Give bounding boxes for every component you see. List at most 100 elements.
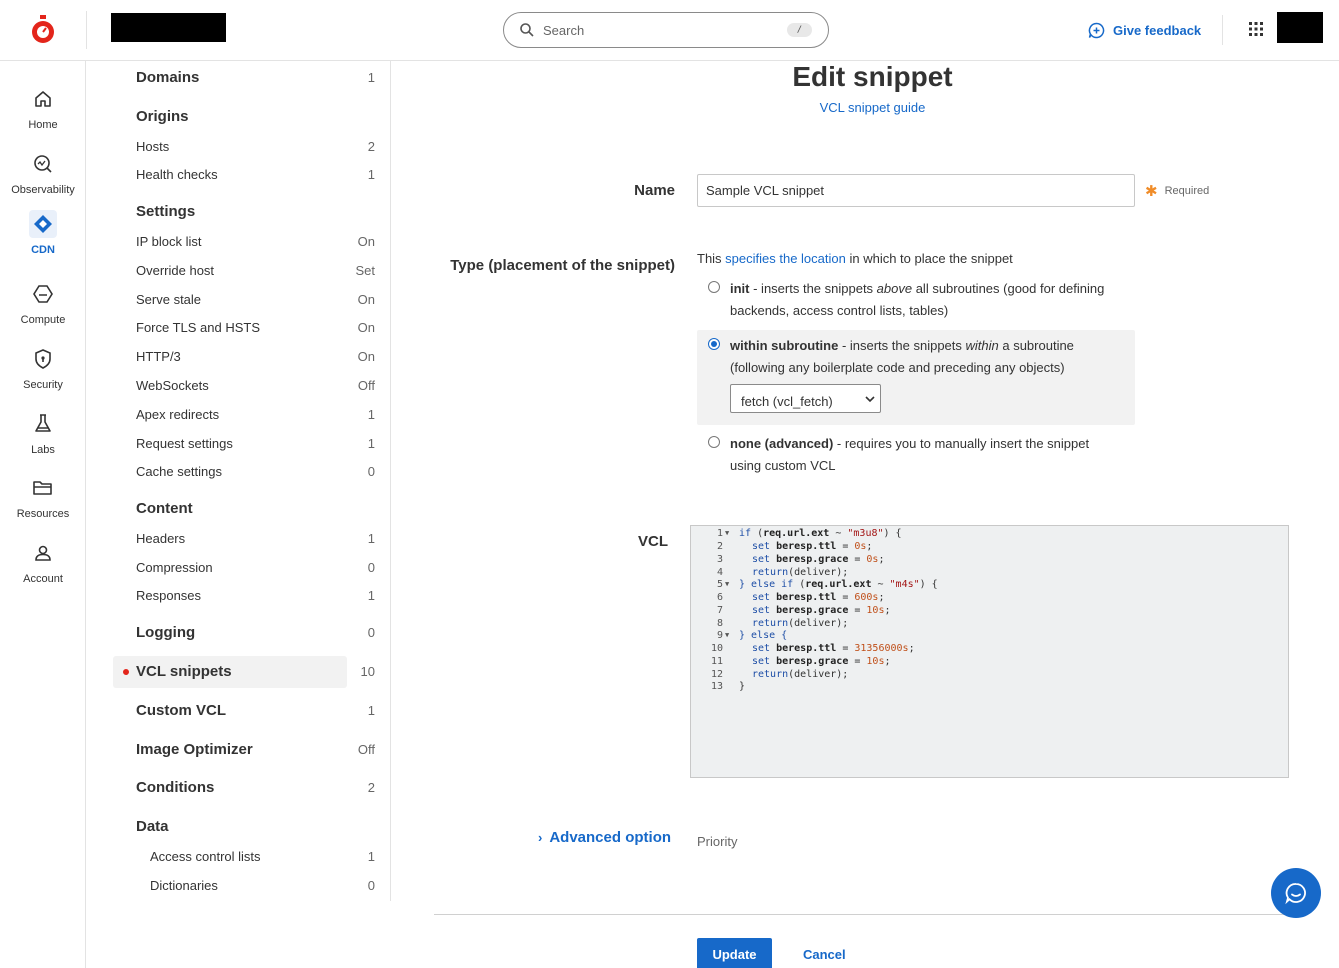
- code-text: set beresp.grace = 0s;: [752, 554, 885, 565]
- feedback-label: Give feedback: [1113, 22, 1202, 38]
- nav-override-host[interactable]: Override host Set: [136, 263, 375, 278]
- rail-item-security[interactable]: Security: [0, 345, 86, 405]
- within-subroutine-radio[interactable]: [708, 338, 720, 350]
- nav-count: 0: [367, 560, 375, 575]
- nav-label: WebSockets: [136, 378, 209, 393]
- type-intro-post: in which to place the snippet: [845, 251, 1013, 266]
- none-description: none (advanced) - requires you to manual…: [730, 433, 1120, 477]
- nav-ip-block-list[interactable]: IP block list On: [136, 234, 375, 249]
- nav-serve-stale[interactable]: Serve stale On: [136, 292, 375, 307]
- nav-domains[interactable]: Domains 1: [136, 69, 375, 86]
- nav-responses[interactable]: Responses 1: [136, 588, 375, 603]
- nav-vcl-snippets[interactable]: VCL snippets 10: [136, 663, 375, 680]
- nav-label: Content: [136, 500, 193, 517]
- type-option-init[interactable]: init - inserts the snippets above all su…: [697, 277, 1135, 325]
- folder-icon: [33, 481, 52, 495]
- nav-conditions[interactable]: Conditions 2: [136, 779, 375, 796]
- apps-grid-icon[interactable]: [1249, 22, 1263, 36]
- vcl-snippet-guide-link[interactable]: VCL snippet guide: [391, 100, 1339, 115]
- subroutine-select[interactable]: fetch (vcl_fetch): [730, 384, 881, 413]
- nav-status: Off: [357, 378, 375, 393]
- line-number: 9: [716, 630, 723, 641]
- nav-status: On: [357, 234, 375, 249]
- nav-hosts[interactable]: Hosts 2: [136, 139, 375, 154]
- nav-custom-vcl[interactable]: Custom VCL 1: [136, 702, 375, 719]
- cancel-button[interactable]: Cancel: [803, 947, 846, 962]
- code-line: 2 set beresp.ttl = 0s;: [691, 540, 1281, 553]
- code-text: set beresp.ttl = 31356000s;: [752, 643, 915, 654]
- option-title: none (advanced): [730, 436, 834, 451]
- nav-health-checks[interactable]: Health checks 1: [136, 167, 375, 182]
- nav-count: 2: [367, 780, 375, 795]
- rail-item-cdn[interactable]: CDN: [0, 210, 86, 270]
- fold-toggle-icon[interactable]: ▼: [725, 527, 729, 540]
- nav-request-settings[interactable]: Request settings 1: [136, 436, 375, 451]
- nav-label: Override host: [136, 263, 215, 278]
- specifies-location-link[interactable]: specifies the location: [725, 251, 846, 266]
- nav-apex-redirects[interactable]: Apex redirects 1: [136, 407, 375, 422]
- nav-settings[interactable]: Settings: [136, 203, 375, 220]
- rail-label: Observability: [11, 184, 75, 196]
- rail-item-observability[interactable]: Observability: [0, 150, 86, 210]
- nav-label: HTTP/3: [136, 349, 181, 364]
- vcl-code-editor[interactable]: 1 ▼ if (req.url.ext ~ "m3u8") { 2 set beres…: [690, 525, 1289, 778]
- nav-http3[interactable]: HTTP/3 On: [136, 349, 375, 364]
- fold-toggle-icon[interactable]: ▼: [725, 629, 729, 642]
- fastly-logo-icon[interactable]: [29, 15, 57, 45]
- nav-count: 2: [367, 139, 375, 154]
- required-indicator: ✱ Required: [1145, 182, 1209, 200]
- shield-icon: [35, 349, 51, 369]
- rail-item-compute[interactable]: Compute: [0, 280, 86, 340]
- nav-content[interactable]: Content: [136, 500, 375, 517]
- search-bar[interactable]: /: [503, 12, 829, 48]
- type-option-none[interactable]: none (advanced) - requires you to manual…: [697, 432, 1135, 480]
- nav-cache-settings[interactable]: Cache settings 0: [136, 464, 375, 479]
- none-radio[interactable]: [708, 436, 720, 448]
- code-text: if (req.url.ext ~ "m3u8") {: [739, 528, 902, 539]
- required-star-icon: ✱: [1145, 183, 1158, 200]
- code-line: 6 set beresp.ttl = 600s;: [691, 591, 1281, 604]
- nav-count: 1: [367, 531, 375, 546]
- nav-data[interactable]: Data: [136, 818, 375, 835]
- cdn-section-nav: Domains 1 Origins Hosts 2 Health checks 1 S…: [86, 61, 391, 901]
- nav-image-optimizer[interactable]: Image Optimizer Off: [136, 741, 375, 758]
- code-text: set beresp.ttl = 0s;: [752, 541, 873, 552]
- type-option-within-subroutine[interactable]: within subroutine - inserts the snippets…: [697, 330, 1135, 425]
- rail-item-resources[interactable]: Resources: [0, 474, 86, 534]
- vcl-label: VCL: [638, 533, 668, 550]
- rail-item-home[interactable]: Home: [0, 85, 86, 145]
- user-menu-redacted[interactable]: [1277, 12, 1323, 43]
- rail-item-account[interactable]: Account: [0, 539, 86, 599]
- nav-status: Set: [355, 263, 375, 278]
- code-text: }: [739, 681, 746, 692]
- service-name-redacted: [111, 13, 226, 42]
- nav-access-control-lists[interactable]: Access control lists 1: [150, 849, 375, 864]
- nav-dictionaries[interactable]: Dictionaries 0: [150, 878, 375, 893]
- advanced-option-toggle[interactable]: › Advanced option: [538, 829, 671, 846]
- code-text: } else {: [739, 630, 788, 641]
- primary-nav-rail: Home Observability CDN Compute Security …: [0, 61, 86, 968]
- search-input[interactable]: [543, 21, 773, 39]
- nav-force-tls[interactable]: Force TLS and HSTS On: [136, 320, 375, 335]
- snippet-name-input[interactable]: [697, 174, 1135, 207]
- chat-support-button[interactable]: [1271, 868, 1321, 918]
- code-text: set beresp.grace = 10s;: [752, 605, 891, 616]
- type-intro-text: This specifies the location in which to …: [697, 251, 1013, 266]
- init-radio[interactable]: [708, 281, 720, 293]
- rail-label: Labs: [31, 444, 55, 456]
- nav-origins[interactable]: Origins: [136, 108, 375, 125]
- nav-compression[interactable]: Compression 0: [136, 560, 375, 575]
- give-feedback-button[interactable]: Give feedback: [1088, 20, 1201, 40]
- line-number: 7: [716, 605, 723, 616]
- top-bar: / Give feedback: [0, 0, 1339, 61]
- nav-websockets[interactable]: WebSockets Off: [136, 378, 375, 393]
- fold-toggle-icon[interactable]: ▼: [725, 578, 729, 591]
- nav-headers[interactable]: Headers 1: [136, 531, 375, 546]
- search-icon: [520, 23, 534, 37]
- nav-logging[interactable]: Logging 0: [136, 624, 375, 641]
- nav-status: On: [357, 349, 375, 364]
- code-line: 10 set beresp.ttl = 31356000s;: [691, 642, 1281, 655]
- update-button[interactable]: Update: [697, 938, 772, 968]
- cdn-icon: [29, 210, 57, 238]
- rail-item-labs[interactable]: Labs: [0, 410, 86, 470]
